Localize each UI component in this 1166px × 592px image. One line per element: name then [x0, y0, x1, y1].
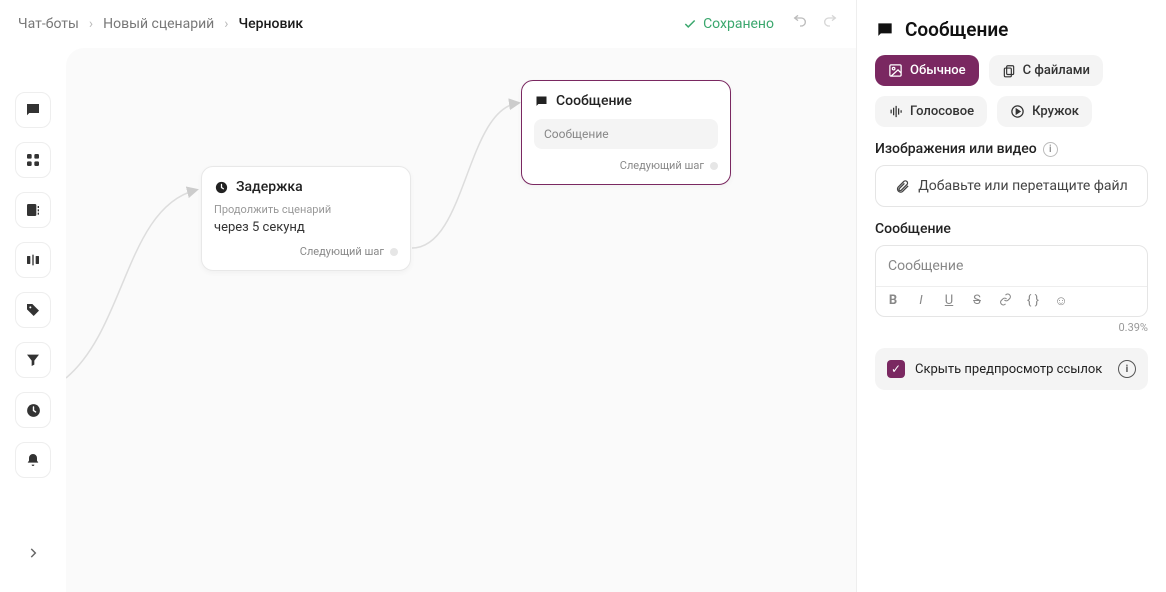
tag-icon [25, 302, 41, 318]
variable-button[interactable]: { } [1024, 293, 1042, 310]
info-icon[interactable]: i [1043, 142, 1058, 157]
panel-title-text: Сообщение [905, 18, 1008, 41]
sidebar-item-apps[interactable] [15, 142, 51, 178]
sidebar-expand [0, 538, 66, 568]
editor-toolbar: B I U S { } ☺ [876, 286, 1147, 316]
node-message-title: Сообщение [556, 93, 632, 109]
topbar: Чат-боты › Новый сценарий › Черновик Сох… [0, 0, 856, 48]
breadcrumb-scenario[interactable]: Новый сценарий [103, 16, 214, 32]
sidebar-left [0, 0, 66, 592]
node-delay[interactable]: Задержка Продолжить сценарий через 5 сек… [201, 166, 411, 271]
tab-with-files[interactable]: С файлами [989, 55, 1103, 86]
node-message-header: Сообщение [534, 93, 718, 109]
node-message-next: Следующий шаг [534, 159, 718, 172]
media-section: Изображения или видео i Добавьте или пер… [875, 141, 1148, 207]
check-icon [683, 17, 697, 31]
message-icon [534, 94, 549, 109]
redo-button[interactable] [822, 14, 838, 34]
node-delay-detail: через 5 секунд [214, 220, 398, 235]
tab-files-label: С файлами [1023, 63, 1090, 78]
next-step-label: Следующий шаг [300, 245, 384, 258]
media-label-text: Изображения или видео [875, 141, 1037, 157]
sidebar-item-notify[interactable] [15, 442, 51, 478]
node-delay-subtitle: Продолжить сценарий [214, 203, 398, 216]
tab-circle-label: Кружок [1032, 104, 1079, 119]
breadcrumb-chatbots[interactable]: Чат-боты [18, 16, 79, 32]
sidebar-expand-button[interactable] [18, 538, 48, 568]
node-message-preview: Сообщение [534, 119, 718, 149]
file-icon [1002, 64, 1016, 78]
breadcrumb-sep: › [89, 16, 93, 32]
node-delay-title: Задержка [236, 179, 303, 195]
connectors [66, 48, 856, 592]
media-label: Изображения или видео i [875, 141, 1148, 157]
sidebar-item-timer[interactable] [15, 392, 51, 428]
bell-icon [25, 452, 41, 468]
link-icon [999, 293, 1012, 306]
next-step-label: Следующий шаг [620, 159, 704, 172]
italic-button[interactable]: I [912, 293, 930, 310]
node-delay-header: Задержка [214, 179, 398, 195]
clock-icon [214, 180, 229, 195]
editor-char-indicator: 0.39% [875, 321, 1148, 334]
sidebar-item-filter[interactable] [15, 342, 51, 378]
align-icon [25, 252, 41, 268]
message-editor: Сообщение B I U S { } ☺ [875, 245, 1148, 317]
node-delay-next: Следующий шаг [214, 245, 398, 258]
apps-icon [25, 152, 41, 168]
emoji-button[interactable]: ☺ [1052, 293, 1070, 310]
node-output-handle[interactable] [390, 248, 398, 256]
voice-icon [888, 104, 903, 119]
message-icon [24, 101, 42, 119]
help-icon[interactable]: i [1118, 360, 1136, 378]
sidebar-item-align[interactable] [15, 242, 51, 278]
tab-voice-label: Голосовое [910, 104, 974, 119]
tab-circle[interactable]: Кружок [997, 96, 1092, 127]
circle-play-icon [1010, 104, 1025, 119]
filter-icon [25, 352, 41, 368]
upload-text: Добавьте или перетащите файл [918, 178, 1127, 194]
contact-icon [25, 202, 41, 218]
undo-icon [792, 14, 808, 30]
upload-area[interactable]: Добавьте или перетащите файл [875, 165, 1148, 207]
hide-preview-checkbox[interactable]: ✓ [887, 360, 905, 378]
tab-normal[interactable]: Обычное [875, 55, 979, 86]
clock-icon [25, 402, 42, 419]
sidebar-item-contacts[interactable] [15, 192, 51, 228]
strike-button[interactable]: S [968, 293, 986, 310]
message-input[interactable]: Сообщение [876, 246, 1147, 286]
panel-right: Сообщение Обычное С файлами Голосовое Кр… [856, 0, 1166, 592]
image-icon [888, 63, 903, 78]
node-message[interactable]: Сообщение Сообщение Следующий шаг [521, 80, 731, 185]
message-section: Сообщение Сообщение B I U S { } ☺ 0.39% [875, 221, 1148, 334]
canvas[interactable]: Задержка Продолжить сценарий через 5 сек… [66, 48, 856, 592]
hide-preview-row[interactable]: ✓ Скрыть предпросмотр ссылок i [875, 348, 1148, 390]
link-button[interactable] [996, 293, 1014, 310]
panel-title: Сообщение [875, 18, 1148, 41]
sidebar-item-tag[interactable] [15, 292, 51, 328]
undo-button[interactable] [792, 14, 808, 34]
message-icon [875, 20, 895, 40]
breadcrumb-current: Черновик [238, 16, 303, 32]
sidebar-item-message[interactable] [15, 92, 51, 128]
chevron-right-icon [26, 546, 40, 560]
tab-normal-label: Обычное [910, 63, 966, 78]
topbar-right: Сохранено [683, 14, 838, 34]
tab-voice[interactable]: Голосовое [875, 96, 987, 127]
undo-redo [792, 14, 838, 34]
message-label: Сообщение [875, 221, 1148, 237]
bold-button[interactable]: B [884, 293, 902, 310]
message-type-tabs: Обычное С файлами Голосовое Кружок [875, 55, 1148, 127]
attachment-icon [895, 179, 910, 194]
saved-label: Сохранено [703, 16, 774, 32]
redo-icon [822, 14, 838, 30]
save-status: Сохранено [683, 16, 774, 32]
hide-preview-label: Скрыть предпросмотр ссылок [915, 362, 1108, 377]
underline-button[interactable]: U [940, 293, 958, 310]
breadcrumb: Чат-боты › Новый сценарий › Черновик [18, 16, 303, 32]
breadcrumb-sep: › [224, 16, 228, 32]
node-output-handle[interactable] [710, 162, 718, 170]
